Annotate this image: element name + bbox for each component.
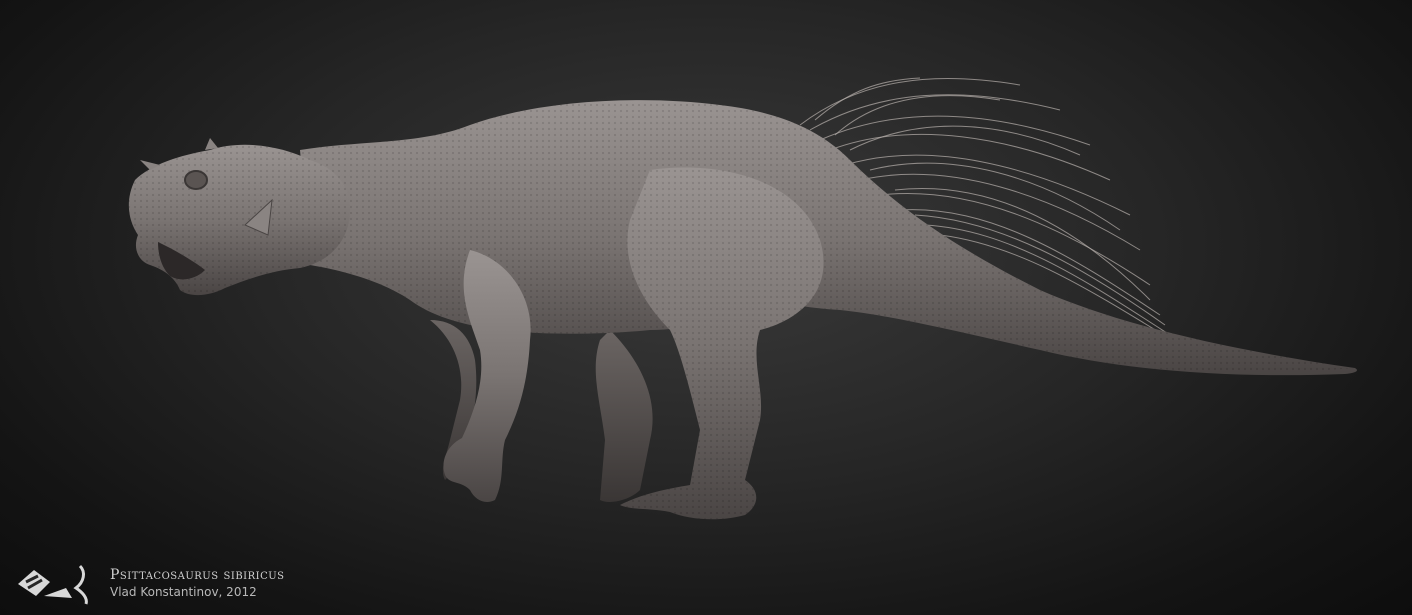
species-name: Psittacosaurus sibiricus bbox=[110, 567, 285, 583]
far-hind-leg bbox=[595, 330, 653, 502]
image-caption: Psittacosaurus sibiricus Vlad Konstantin… bbox=[110, 566, 285, 600]
artist-credit: Vlad Konstantinov, 2012 bbox=[110, 585, 257, 599]
near-hind-leg bbox=[620, 167, 824, 520]
artist-logo-icon bbox=[18, 564, 88, 605]
dinosaur-render bbox=[128, 77, 1357, 520]
